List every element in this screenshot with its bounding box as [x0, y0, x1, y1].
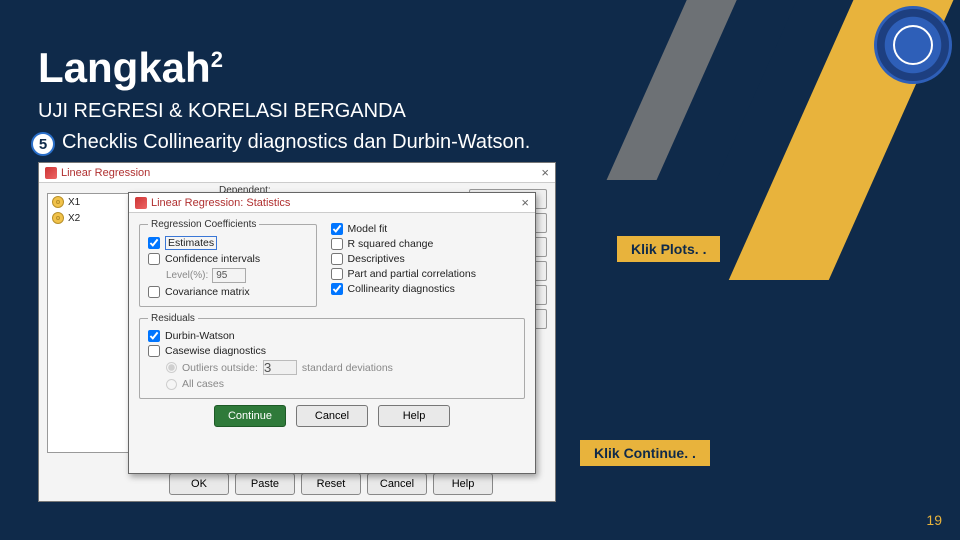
paste-button[interactable]: Paste — [235, 473, 295, 495]
variable-list[interactable]: X1 X2 — [47, 193, 131, 453]
covariance-matrix-checkbox[interactable]: Covariance matrix — [148, 286, 308, 298]
cancel-button[interactable]: Cancel — [296, 405, 368, 427]
page-number: 19 — [926, 512, 942, 528]
close-icon[interactable]: × — [521, 195, 529, 210]
dialog-button-row: Continue Cancel Help — [139, 405, 525, 427]
regression-coefficients-group: Regression Coefficients Estimates Confid… — [139, 219, 317, 307]
dialog-titlebar[interactable]: Linear Regression × — [39, 163, 555, 183]
group-legend: Residuals — [148, 313, 198, 324]
slide-title-sup: 2 — [211, 47, 223, 72]
slide-title: Langkah2 — [38, 44, 223, 92]
reset-button[interactable]: Reset — [301, 473, 361, 495]
dialog-title: Linear Regression: Statistics — [135, 197, 290, 209]
confidence-level-input[interactable] — [212, 268, 246, 283]
estimates-checkbox[interactable]: Estimates — [148, 236, 308, 250]
scale-variable-icon — [52, 212, 64, 224]
r-squared-change-checkbox[interactable]: R squared change — [331, 238, 525, 250]
outliers-threshold-input[interactable] — [263, 360, 297, 375]
residuals-group: Residuals Durbin-Watson Casewise diagnos… — [139, 313, 525, 399]
list-item[interactable]: X2 — [48, 210, 130, 226]
confidence-level-field: Level(%): — [166, 268, 308, 283]
help-button[interactable]: Help — [378, 405, 450, 427]
institution-logo — [874, 6, 952, 84]
group-legend: Regression Coefficients — [148, 219, 259, 230]
list-item[interactable]: X1 — [48, 194, 130, 210]
part-partial-correlations-checkbox[interactable]: Part and partial correlations — [331, 268, 525, 280]
collinearity-diagnostics-checkbox[interactable]: Collinearity diagnostics — [331, 283, 525, 295]
callout-plots: Klik Plots. . — [615, 234, 722, 264]
close-icon[interactable]: × — [541, 165, 549, 180]
help-button[interactable]: Help — [433, 473, 493, 495]
ok-button[interactable]: OK — [169, 473, 229, 495]
outliers-outside-radio[interactable]: Outliers outside: standard deviations — [166, 360, 516, 375]
all-cases-radio[interactable]: All cases — [166, 378, 516, 390]
scale-variable-icon — [52, 196, 64, 208]
casewise-diagnostics-checkbox[interactable]: Casewise diagnostics — [148, 345, 516, 357]
linear-regression-statistics-dialog: Linear Regression: Statistics × Regressi… — [128, 192, 536, 474]
cancel-button[interactable]: Cancel — [367, 473, 427, 495]
step-number-badge: 5 — [31, 132, 55, 156]
confidence-intervals-checkbox[interactable]: Confidence intervals — [148, 253, 308, 265]
continue-button[interactable]: Continue — [214, 405, 286, 427]
spss-icon — [45, 167, 57, 179]
slide-title-main: Langkah — [38, 44, 211, 91]
dialog-title: Linear Regression — [45, 167, 150, 179]
dialog-button-row: OK Paste Reset Cancel Help — [169, 473, 493, 495]
durbin-watson-checkbox[interactable]: Durbin-Watson — [148, 330, 516, 342]
slide-subtitle: UJI REGRESI & KORELASI BERGANDA — [38, 100, 406, 123]
descriptives-checkbox[interactable]: Descriptives — [331, 253, 525, 265]
spss-icon — [135, 197, 147, 209]
callout-continue: Klik Continue. . — [578, 438, 712, 468]
model-fit-checkbox[interactable]: Model fit — [331, 223, 525, 235]
step-text: Checklis Collinearity diagnostics dan Du… — [62, 131, 530, 154]
dialog-titlebar[interactable]: Linear Regression: Statistics × — [129, 193, 535, 213]
